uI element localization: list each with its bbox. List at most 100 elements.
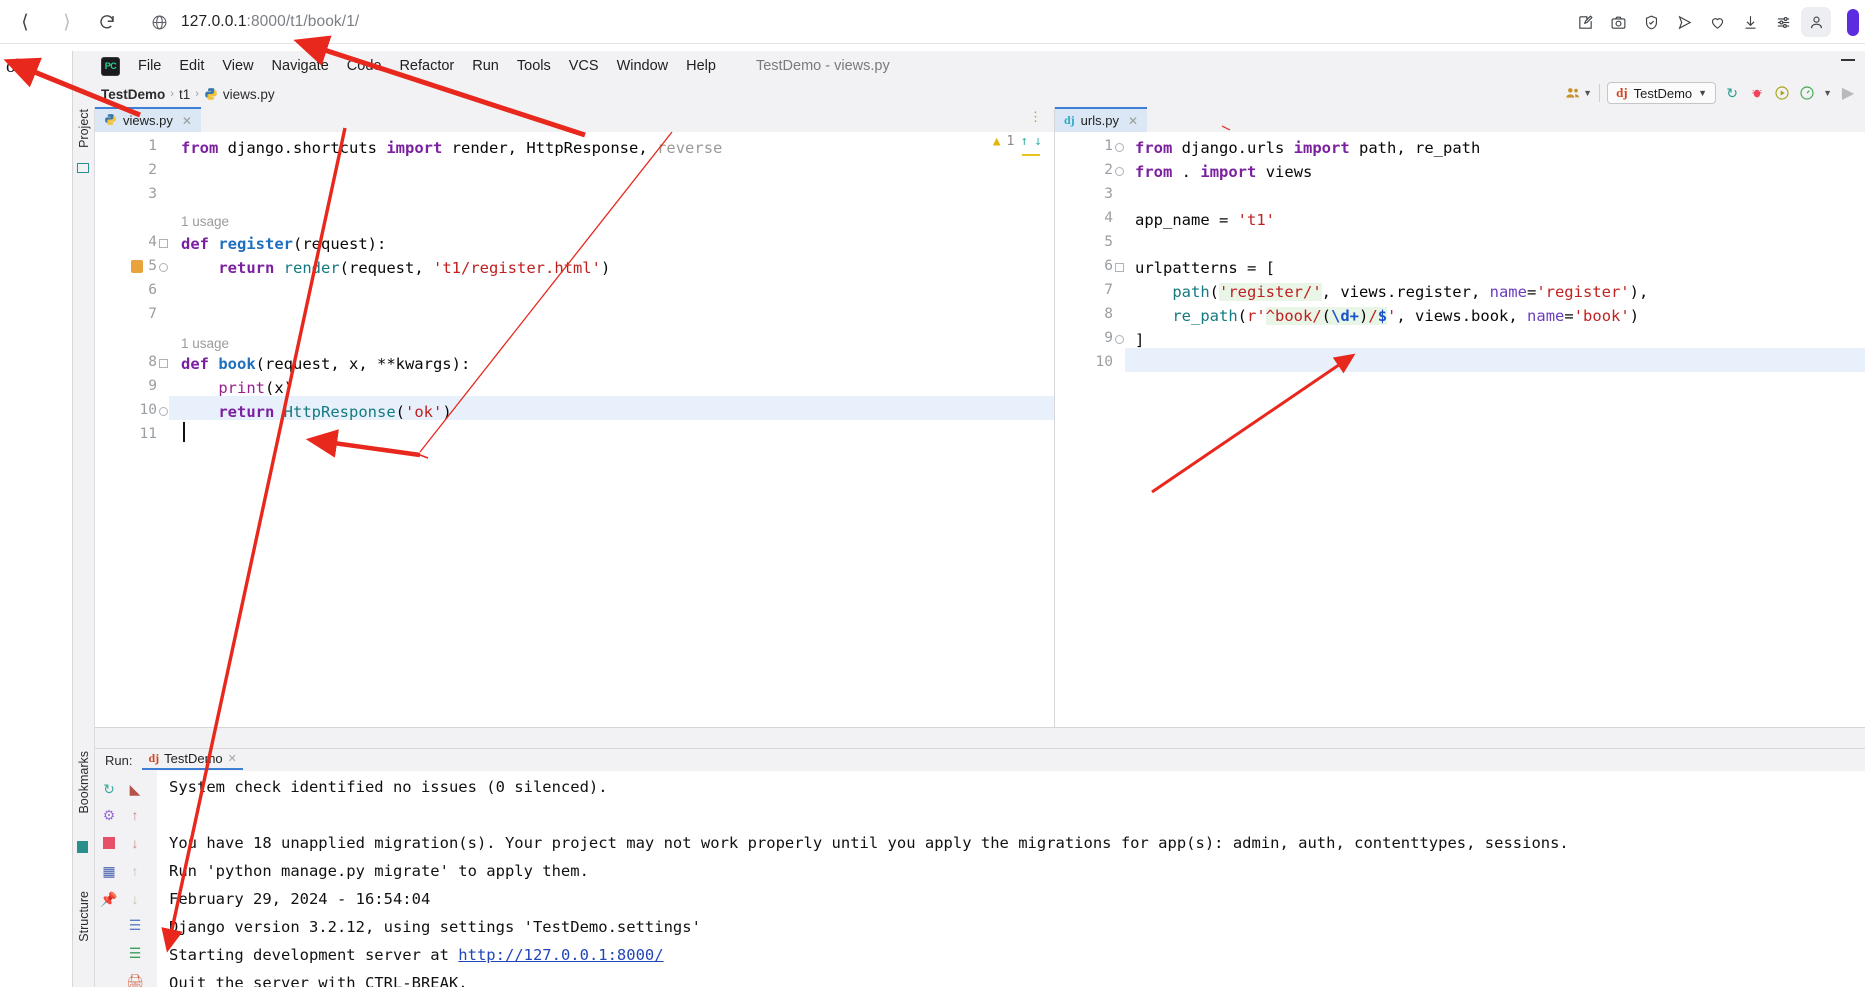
console-line-server-url: Starting development server at http://12… — [169, 946, 664, 964]
usage-hint-book[interactable]: 1 usage — [181, 336, 229, 351]
settings-sliders-icon[interactable] — [1768, 7, 1798, 37]
close-icon[interactable]: ✕ — [228, 752, 237, 765]
menu-vcs[interactable]: VCS — [569, 58, 599, 74]
code-line-5: return render(request, 't1/register.html… — [218, 259, 611, 277]
code-line-8: re_path(r'^book/(\d+)/$', views.book, na… — [1172, 307, 1640, 325]
breadcrumb-sep-icon: › — [195, 88, 199, 100]
tab-views-py[interactable]: views.py ✕ — [95, 107, 201, 132]
code-editor-views[interactable]: ▲ 1 ↑ ↓ 1 2 3 4 5 6 7 8 9 10 11 from dja… — [95, 132, 1054, 727]
arrow-down2-icon[interactable]: ↓ — [123, 887, 147, 911]
code-line-10: return HttpResponse('ok') — [218, 403, 452, 421]
menu-tools[interactable]: Tools — [517, 58, 551, 74]
arrow-up-icon[interactable]: ↑ — [123, 803, 147, 827]
address-bar[interactable]: 127.0.0.1:8000/t1/book/1/ — [138, 5, 1570, 39]
console-line: You have 18 unapplied migration(s). Your… — [169, 834, 1569, 852]
run-play-icon[interactable]: ▶ — [1839, 84, 1857, 102]
tool-window-bookmarks[interactable]: Bookmarks — [77, 751, 91, 814]
editor-splits: views.py ✕ ⋮ ▲ 1 ↑ ↓ 1 2 3 4 5 6 7 8 9 1… — [95, 107, 1865, 727]
breadcrumb-file[interactable]: views.py — [223, 87, 275, 102]
run-tool-window: Run: dj TestDemo ✕ ↻ ◣ ⚙ ↑ ↓ ▦ ↑ 📌 ↓ ☰ ☰… — [95, 749, 1865, 987]
ide-menu-bar: PC File Edit View Navigate Code Refactor… — [73, 51, 1865, 81]
close-icon[interactable]: ✕ — [182, 114, 192, 128]
minimize-icon[interactable] — [1841, 59, 1855, 61]
forward-button[interactable]: ⟩ — [50, 5, 84, 39]
run-configuration-selector[interactable]: dj TestDemo ▼ — [1607, 82, 1717, 104]
console-line: Run 'python manage.py migrate' to apply … — [169, 862, 589, 880]
breadcrumb-sep-icon: › — [170, 88, 174, 100]
breadcrumb-app[interactable]: t1 — [179, 87, 190, 102]
run-panel-label: Run: — [105, 752, 133, 768]
menu-help[interactable]: Help — [686, 58, 716, 74]
code-line-4: def register(request): — [181, 235, 387, 253]
edit-icon[interactable]: ◣ — [123, 777, 147, 801]
close-icon[interactable]: ✕ — [1128, 114, 1138, 128]
download-icon[interactable] — [1735, 7, 1765, 37]
editor-run-splitter[interactable] — [95, 727, 1865, 749]
code-line-8: def book(request, x, **kwargs): — [181, 355, 471, 373]
stop-icon[interactable] — [97, 831, 121, 855]
settings-gear-icon[interactable]: ⚙ — [97, 803, 121, 827]
code-text-views: from django.shortcuts import render, Htt… — [95, 132, 1054, 727]
scroll-end-icon[interactable]: ☰ — [123, 941, 147, 965]
back-button[interactable]: ⟨ — [8, 5, 42, 39]
run-tab-label: TestDemo — [164, 750, 223, 766]
text-caret — [183, 422, 185, 442]
heart-icon[interactable] — [1702, 7, 1732, 37]
reload-icon — [100, 15, 114, 29]
tool-window-project[interactable]: Project — [77, 109, 91, 148]
tool-window-structure[interactable]: Structure — [77, 891, 91, 942]
project-panel-icon — [77, 163, 89, 173]
menu-run[interactable]: Run — [472, 58, 499, 74]
code-line-7: path('register/', views.register, name='… — [1172, 283, 1649, 301]
send-icon[interactable] — [1669, 7, 1699, 37]
console-line: System check identified no issues (0 sil… — [169, 778, 608, 796]
run-icon[interactable] — [1773, 84, 1791, 102]
menu-refactor[interactable]: Refactor — [399, 58, 454, 74]
collaborators-icon[interactable]: ▼ — [1565, 86, 1592, 100]
run-configuration-label: TestDemo — [1633, 85, 1693, 101]
breadcrumb-project[interactable]: TestDemo — [101, 87, 165, 102]
menu-file[interactable]: File — [138, 58, 161, 74]
code-editor-urls[interactable]: 1 2 3 4 5 6 7 8 9 10 from django.urls im… — [1055, 132, 1865, 727]
wrap-icon[interactable]: ☰ — [123, 913, 147, 937]
chevron-down-icon: ▼ — [1698, 88, 1708, 98]
python-file-icon — [104, 113, 117, 129]
tabstrip-right: dj urls.py ✕ — [1055, 107, 1865, 132]
coverage-icon[interactable] — [1798, 84, 1816, 102]
console-line: Quit the server with CTRL-BREAK. — [169, 974, 468, 987]
debug-bug-icon[interactable] — [1748, 84, 1766, 102]
server-url-link[interactable]: http://127.0.0.1:8000/ — [458, 946, 663, 964]
globe-icon — [148, 11, 170, 33]
run-tab-testdemo[interactable]: dj TestDemo ✕ — [142, 750, 243, 770]
layout-icon[interactable]: ▦ — [97, 859, 121, 883]
arrow-down-icon[interactable]: ↓ — [123, 831, 147, 855]
tab-urls-py[interactable]: dj urls.py ✕ — [1055, 107, 1148, 132]
menu-navigate[interactable]: Navigate — [272, 58, 329, 74]
arrow-up2-icon[interactable]: ↑ — [123, 859, 147, 883]
shield-check-icon[interactable] — [1636, 7, 1666, 37]
chevron-down-icon[interactable]: ▼ — [1823, 88, 1832, 98]
menu-edit[interactable]: Edit — [179, 58, 204, 74]
menu-window[interactable]: Window — [617, 58, 669, 74]
usage-hint-register[interactable]: 1 usage — [181, 214, 229, 229]
page-response-text: ok — [6, 56, 25, 77]
browser-sidebar-toggle[interactable] — [1847, 8, 1859, 36]
code-line-9: print(x) — [218, 379, 293, 397]
pycharm-window: Project Bookmarks Structure PC File Edit… — [72, 51, 1865, 987]
run-console-output[interactable]: System check identified no issues (0 sil… — [157, 771, 1865, 987]
print-icon[interactable]: 🖨 — [123, 969, 147, 987]
rerun-icon[interactable]: ↻ — [1723, 84, 1741, 102]
python-file-icon — [204, 87, 218, 101]
menu-code[interactable]: Code — [347, 58, 382, 74]
edit-note-icon[interactable] — [1570, 7, 1600, 37]
tab-label: views.py — [123, 113, 173, 128]
menu-view[interactable]: View — [222, 58, 253, 74]
camera-icon[interactable] — [1603, 7, 1633, 37]
rerun-icon[interactable]: ↻ — [97, 777, 121, 801]
profile-icon[interactable] — [1801, 7, 1831, 37]
more-options-icon[interactable]: ⋮ — [1029, 110, 1042, 123]
editor-pane-views: views.py ✕ ⋮ ▲ 1 ↑ ↓ 1 2 3 4 5 6 7 8 9 1… — [95, 107, 1055, 727]
django-icon: dj — [1616, 85, 1628, 100]
reload-button[interactable] — [90, 5, 124, 39]
pin-icon[interactable]: 📌 — [97, 887, 121, 911]
